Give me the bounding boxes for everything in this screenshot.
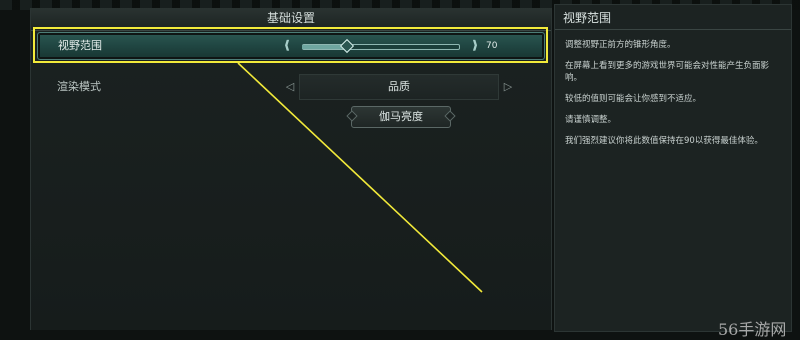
triangle-left-icon[interactable]: ◁ (283, 74, 297, 100)
info-paragraph: 请谨慎调整。 (565, 115, 617, 125)
render-mode-value-box: 品质 (299, 74, 499, 109)
info-description: 调整视野正前方的锥形角度。 在屏幕上看到更多的游戏世界可能会对性能产生负面影响。… (565, 39, 783, 156)
setting-row-render-mode[interactable]: 渲染模式 ◁ 品质 ▷ (37, 74, 543, 109)
info-panel: 视野范围 调整视野正前方的锥形角度。 在屏幕上看到更多的游戏世界可能会对性能产生… (554, 4, 792, 332)
watermark-logo: 56手游网 (718, 320, 787, 339)
annotation-highlight-box (33, 27, 548, 63)
info-panel-title: 视野范围 (563, 11, 612, 25)
gamma-button[interactable]: 伽马亮度 (351, 106, 451, 128)
info-paragraph: 调整视野正前方的锥形角度。 (565, 40, 676, 50)
render-mode-label: 渲染模式 (57, 80, 101, 93)
triangle-right-icon[interactable]: ▷ (501, 74, 515, 100)
info-paragraph: 较低的值则可能会让你感到不适应。 (565, 94, 702, 104)
render-mode-value: 品质 (388, 80, 410, 93)
render-mode-selector[interactable]: ◁ 品质 ▷ (283, 74, 515, 109)
divider (555, 29, 791, 30)
info-paragraph: 我们强烈建议你将此数值保持在90以获得最佳体验。 (565, 136, 763, 146)
info-paragraph: 在屏幕上看到更多的游戏世界可能会对性能产生负面影响。 (565, 61, 770, 83)
